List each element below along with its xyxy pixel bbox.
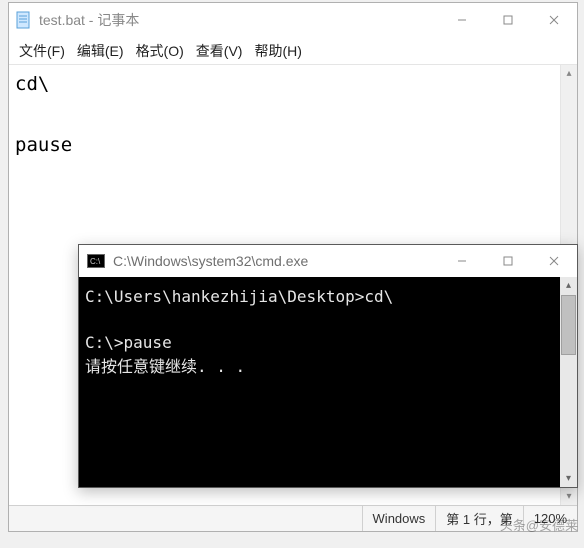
- notepad-title: test.bat - 记事本: [39, 10, 139, 30]
- menu-file[interactable]: 文件(F): [19, 41, 65, 61]
- status-position: 第 1 行，第: [435, 506, 522, 531]
- status-zoom: 120%: [523, 506, 577, 531]
- cmd-maximize-button[interactable]: [485, 245, 531, 277]
- cmd-scroll-up-icon[interactable]: ▴: [560, 277, 577, 294]
- scroll-down-icon[interactable]: ▾: [561, 488, 577, 505]
- cmd-titlebar[interactable]: C:\ C:\Windows\system32\cmd.exe: [79, 245, 577, 277]
- maximize-button[interactable]: [485, 3, 531, 37]
- menu-edit[interactable]: 编辑(E): [77, 41, 124, 61]
- cmd-scroll-track[interactable]: [560, 356, 577, 470]
- minimize-button[interactable]: [439, 3, 485, 37]
- close-button[interactable]: [531, 3, 577, 37]
- notepad-titlebar[interactable]: test.bat - 记事本: [9, 3, 577, 37]
- menu-view[interactable]: 查看(V): [196, 41, 243, 61]
- cmd-scroll-thumb[interactable]: [561, 295, 576, 355]
- cmd-window: C:\ C:\Windows\system32\cmd.exe C:\Users…: [78, 244, 578, 488]
- cmd-minimize-button[interactable]: [439, 245, 485, 277]
- notepad-icon: [15, 11, 33, 29]
- cmd-close-button[interactable]: [531, 245, 577, 277]
- cmd-scroll-down-icon[interactable]: ▾: [560, 470, 577, 487]
- cmd-icon: C:\: [87, 254, 105, 268]
- scroll-up-icon[interactable]: ▴: [561, 65, 577, 82]
- menu-format[interactable]: 格式(O): [136, 41, 184, 61]
- status-os: Windows: [362, 506, 436, 531]
- notepad-menubar: 文件(F) 编辑(E) 格式(O) 查看(V) 帮助(H): [9, 37, 577, 65]
- cmd-scrollbar[interactable]: ▴ ▾: [560, 277, 577, 487]
- cmd-terminal[interactable]: C:\Users\hankezhijia\Desktop>cd\ C:\>pau…: [79, 277, 560, 487]
- cmd-title: C:\Windows\system32\cmd.exe: [113, 253, 308, 269]
- notepad-statusbar: Windows 第 1 行，第 120%: [9, 505, 577, 531]
- menu-help[interactable]: 帮助(H): [254, 41, 301, 61]
